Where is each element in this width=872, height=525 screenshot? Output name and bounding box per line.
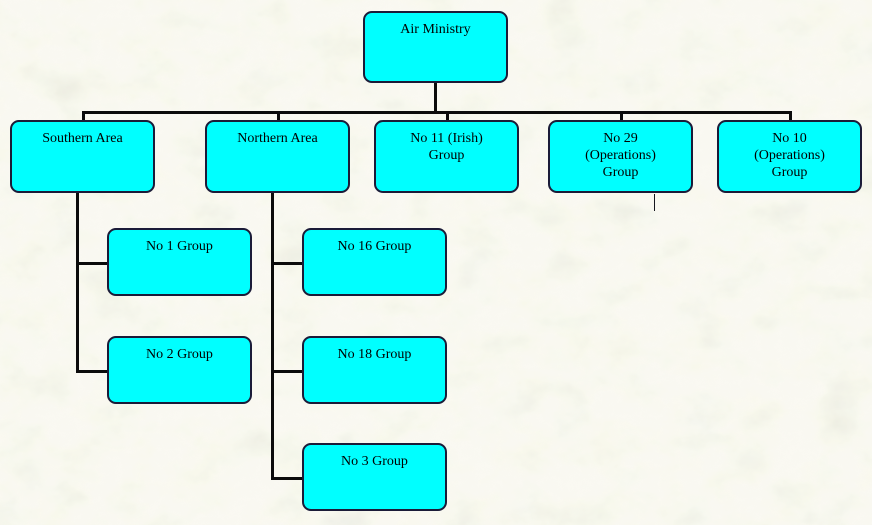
node-southern-area[interactable]: Southern Area xyxy=(10,120,155,193)
org-chart-canvas: Air Ministry Southern Area Northern Area… xyxy=(0,0,872,525)
node-northern-area[interactable]: Northern Area xyxy=(205,120,350,193)
connector-branch-no18-group xyxy=(271,370,303,373)
connector-trunk-northern-area xyxy=(271,193,274,480)
node-no29-operations-group[interactable]: No 29 (Operations) Group xyxy=(548,120,693,193)
node-no3-group[interactable]: No 3 Group xyxy=(302,443,447,511)
node-no2-group[interactable]: No 2 Group xyxy=(107,336,252,404)
connector-branch-no16-group xyxy=(271,262,303,265)
connector-trunk-southern-area xyxy=(76,193,79,373)
node-no16-group[interactable]: No 16 Group xyxy=(302,228,447,296)
connector-stub-no29-group xyxy=(654,194,655,211)
connector-root-stem xyxy=(434,83,437,114)
connector-main-bus xyxy=(82,111,792,114)
node-no1-group[interactable]: No 1 Group xyxy=(107,228,252,296)
node-air-ministry[interactable]: Air Ministry xyxy=(363,11,508,83)
node-no10-operations-group[interactable]: No 10 (Operations) Group xyxy=(717,120,862,193)
connector-branch-no3-group xyxy=(271,477,303,480)
connector-branch-no1-group xyxy=(76,262,108,265)
node-no11-irish-group[interactable]: No 11 (Irish) Group xyxy=(374,120,519,193)
node-no18-group[interactable]: No 18 Group xyxy=(302,336,447,404)
connector-branch-no2-group xyxy=(76,370,108,373)
